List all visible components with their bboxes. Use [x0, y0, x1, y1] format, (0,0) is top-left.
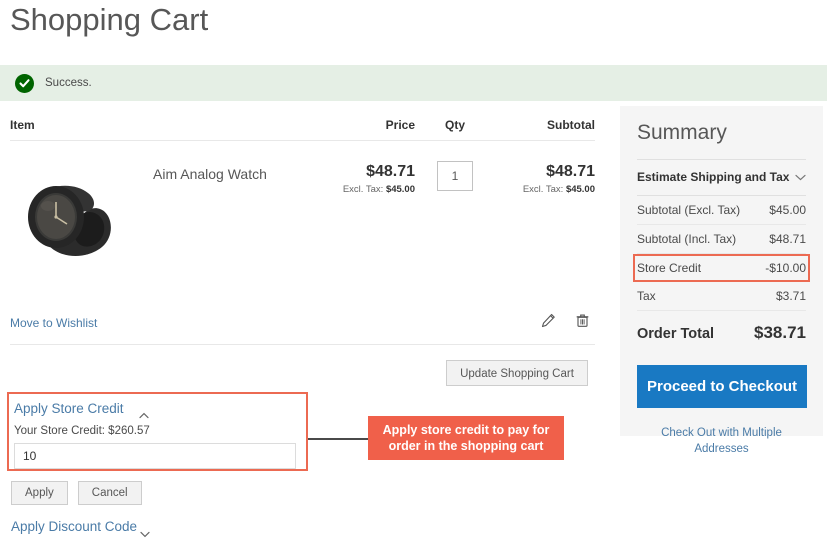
summary-row-value: $3.71 — [775, 289, 806, 303]
trash-icon[interactable] — [575, 313, 590, 333]
estimate-shipping-label: Estimate Shipping and Tax — [637, 170, 790, 184]
proceed-to-checkout-button[interactable]: Proceed to Checkout — [637, 365, 807, 408]
subtotal-excl-tax-value: $45.00 — [565, 184, 595, 195]
cart-item-price: $48.71 Excl. Tax: $45.00 — [310, 155, 415, 280]
summary-row-store-credit: Store Credit -$10.00 — [633, 254, 810, 282]
subtotal-excl-tax: Excl. Tax: $45.00 — [495, 184, 595, 195]
price-excl-tax-value: $45.00 — [385, 184, 415, 195]
summary-row-value: -$10.00 — [765, 261, 806, 275]
product-name[interactable]: Aim Analog Watch — [135, 155, 267, 280]
summary-row-value: $45.00 — [769, 203, 806, 217]
chevron-up-icon[interactable] — [139, 406, 149, 419]
subtotal-incl-tax: $48.71 — [546, 163, 595, 180]
cart-table-header: Item Price Qty Subtotal — [10, 118, 595, 141]
column-header-price: Price — [385, 118, 415, 132]
chevron-down-icon[interactable] — [795, 170, 806, 184]
cancel-button[interactable]: Cancel — [77, 481, 142, 505]
success-message-bar: Success. — [0, 65, 827, 101]
summary-row-label: Store Credit — [637, 261, 702, 275]
price-excl-tax: Excl. Tax: $45.00 — [310, 184, 415, 195]
price-excl-tax-label: Excl. Tax: — [342, 184, 384, 195]
update-shopping-cart-button[interactable]: Update Shopping Cart — [446, 360, 588, 386]
summary-row-tax: Tax $3.71 — [637, 282, 806, 311]
column-header-qty: Qty — [444, 118, 465, 132]
shopping-cart-page: Shopping Cart Success. Item Price Qty Su… — [0, 0, 827, 542]
move-to-wishlist-link[interactable]: Move to Wishlist — [10, 316, 97, 330]
summary-row-subtotal-excl: Subtotal (Excl. Tax) $45.00 — [637, 196, 806, 225]
annotation-callout: Apply store credit to pay for order in t… — [368, 416, 564, 460]
estimate-shipping-and-tax-toggle[interactable]: Estimate Shipping and Tax — [637, 159, 806, 196]
summary-row-label: Subtotal (Excl. Tax) — [637, 203, 741, 217]
cart-item-actions: Move to Wishlist — [10, 313, 595, 345]
order-total-row: Order Total $38.71 — [637, 311, 806, 343]
cart-item-qty — [415, 155, 495, 280]
chevron-down-icon[interactable] — [140, 525, 150, 538]
cart-item-cell: Aim Analog Watch — [10, 155, 310, 280]
quantity-input[interactable] — [437, 161, 473, 191]
summary-row-value: $48.71 — [769, 232, 806, 246]
store-credit-amount-input[interactable] — [14, 443, 296, 469]
table-row: Aim Analog Watch $48.71 Excl. Tax: $45.0… — [10, 141, 595, 280]
callout-leader-line — [308, 438, 368, 440]
order-summary-panel: Summary Estimate Shipping and Tax Subtot… — [620, 106, 823, 455]
order-total-label: Order Total — [637, 326, 715, 342]
summary-row-label: Subtotal (Incl. Tax) — [637, 232, 737, 246]
store-credit-buttons: Apply Cancel — [11, 481, 142, 505]
subtotal-excl-tax-label: Excl. Tax: — [522, 184, 564, 195]
check-circle-icon — [15, 73, 34, 93]
apply-discount-code-toggle[interactable]: Apply Discount Code — [11, 519, 137, 534]
cart-item-subtotal: $48.71 Excl. Tax: $45.00 — [495, 155, 595, 280]
summary-row-label: Tax — [637, 289, 656, 303]
apply-store-credit-section: Apply Store Credit Your Store Credit: $2… — [7, 392, 308, 471]
item-action-icons — [541, 313, 595, 333]
apply-button[interactable]: Apply — [11, 481, 68, 505]
price-incl-tax: $48.71 — [366, 163, 415, 180]
column-header-subtotal: Subtotal — [547, 118, 595, 132]
product-image[interactable] — [10, 155, 135, 280]
column-header-item: Item — [10, 118, 35, 132]
page-title: Shopping Cart — [10, 2, 209, 37]
apply-store-credit-toggle[interactable]: Apply Store Credit — [14, 401, 124, 416]
summary-title: Summary — [637, 121, 727, 144]
summary-row-subtotal-incl: Subtotal (Incl. Tax) $48.71 — [637, 225, 806, 254]
checkout-multiple-addresses-link[interactable]: Check Out with Multiple Addresses — [637, 425, 806, 457]
pencil-icon[interactable] — [541, 313, 556, 333]
store-credit-balance: Your Store Credit: $260.57 — [14, 425, 150, 437]
cart-table: Item Price Qty Subtotal Aim Analog Watch… — [10, 118, 595, 280]
order-total-value: $38.71 — [754, 323, 806, 342]
success-message-text: Success. — [45, 77, 92, 89]
